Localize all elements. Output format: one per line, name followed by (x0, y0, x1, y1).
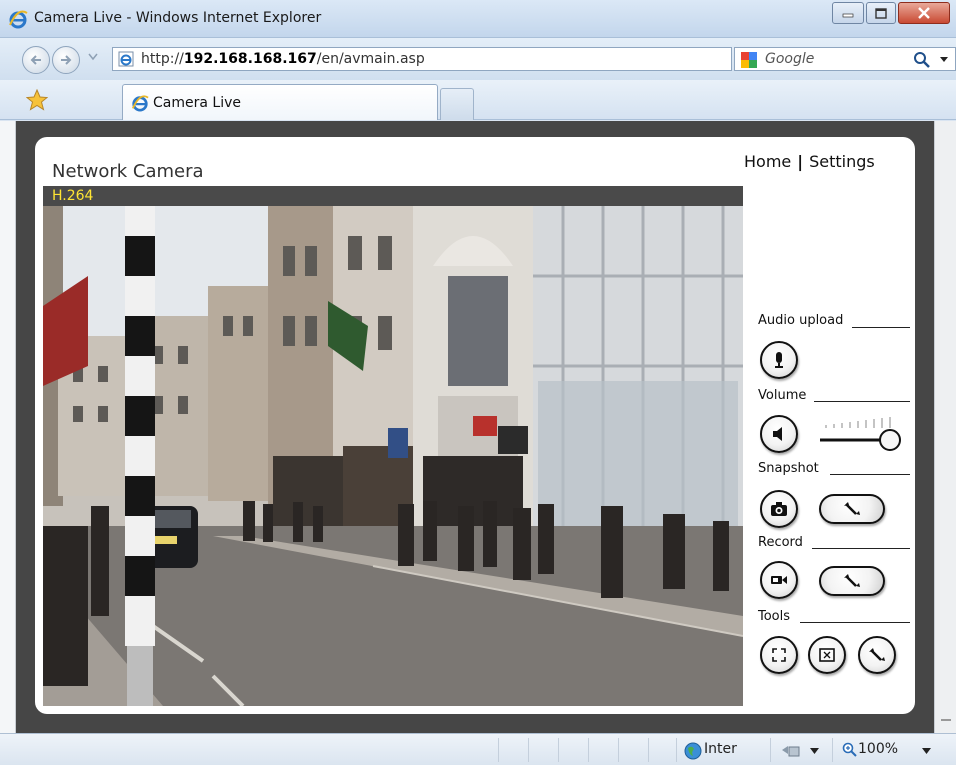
tools-divider (800, 622, 910, 623)
internet-globe-icon (684, 742, 702, 760)
back-button[interactable] (22, 46, 50, 74)
minimize-button[interactable] (832, 2, 864, 24)
title-bar: Camera Live - Windows Internet Explorer (0, 0, 956, 38)
tab-label: Camera Live (153, 95, 241, 111)
top-nav: Home | Settings (744, 152, 875, 171)
status-cell (676, 738, 677, 762)
status-cell (588, 738, 589, 762)
status-bar: Inter 100% (0, 733, 956, 765)
zoom-frame-icon (819, 648, 835, 662)
wrench-icon (869, 648, 885, 661)
maximize-button[interactable] (866, 2, 896, 24)
fullscreen-button[interactable] (760, 636, 798, 674)
zoom-level[interactable]: 100% (858, 741, 898, 757)
settings-link[interactable]: Settings (809, 152, 875, 171)
record-button[interactable] (760, 561, 798, 599)
google-logo-icon (741, 52, 757, 68)
page-title: Network Camera (52, 161, 204, 182)
close-button[interactable] (898, 2, 950, 24)
tools-settings-button[interactable] (858, 636, 896, 674)
url-text: http://192.168.168.167/en/avmain.asp (141, 51, 425, 67)
security-zone[interactable]: Inter (704, 741, 737, 757)
camera-icon (771, 502, 787, 516)
ie-logo-icon (131, 95, 149, 112)
search-dropdown-icon[interactable] (939, 56, 949, 64)
arrow-left-icon (30, 55, 41, 65)
status-cell (498, 738, 499, 762)
forward-button[interactable] (52, 46, 80, 74)
snapshot-divider (830, 474, 910, 475)
search-placeholder: Google (765, 51, 815, 67)
new-tab-button[interactable] (440, 88, 474, 120)
dropdown-arrow-icon[interactable] (810, 748, 819, 754)
status-cell (770, 738, 771, 762)
volume-divider (814, 401, 910, 402)
status-cell (618, 738, 619, 762)
zoom-icon[interactable] (842, 742, 858, 758)
volume-knob[interactable] (879, 429, 901, 451)
audio-upload-button[interactable] (760, 341, 798, 379)
tab-camera-live[interactable]: Camera Live (122, 84, 438, 120)
history-dropdown-icon[interactable] (88, 53, 98, 61)
digital-zoom-button[interactable] (808, 636, 846, 674)
snapshot-settings-button[interactable] (819, 494, 885, 524)
address-toolbar: http://192.168.168.167/en/avmain.asp Goo… (0, 38, 956, 80)
address-field[interactable]: http://192.168.168.167/en/avmain.asp (112, 47, 732, 71)
video-header-bar: H.264 (43, 186, 743, 206)
codec-label: H.264 (52, 188, 94, 204)
status-cell (648, 738, 649, 762)
window-title: Camera Live - Windows Internet Explorer (34, 10, 322, 26)
volume-slider[interactable] (818, 406, 902, 454)
arrow-right-icon (61, 55, 72, 65)
wrench-icon (844, 502, 860, 515)
dropdown-arrow-icon[interactable] (922, 748, 931, 754)
search-icon[interactable] (913, 51, 931, 69)
volume-ticks (825, 417, 891, 428)
speaker-icon (773, 427, 782, 441)
tab-bar: Camera Live (0, 80, 956, 120)
scroll-marker (941, 719, 951, 721)
tools-label: Tools (758, 609, 791, 624)
nav-separator: | (797, 152, 804, 171)
minimize-icon (842, 13, 854, 18)
protected-mode-icon[interactable] (780, 742, 802, 758)
home-link[interactable]: Home (744, 152, 791, 171)
audio-upload-divider (852, 327, 910, 328)
ie-logo-icon (9, 10, 28, 29)
wrench-icon (844, 574, 860, 587)
video-camera-icon (771, 576, 787, 584)
record-label: Record (758, 535, 803, 550)
record-divider (812, 548, 910, 549)
status-cell (832, 738, 833, 762)
favorites-star-icon[interactable] (26, 89, 48, 111)
street-scene (43, 206, 743, 706)
status-cell (558, 738, 559, 762)
volume-label: Volume (758, 388, 807, 403)
vertical-scrollbar[interactable] (934, 121, 956, 733)
ie-page-icon (118, 51, 134, 67)
microphone-icon (775, 352, 783, 368)
audio-upload-label: Audio upload (758, 313, 844, 328)
search-field[interactable]: Google (734, 47, 956, 71)
record-settings-button[interactable] (819, 566, 885, 596)
left-frame-edge (0, 121, 16, 733)
snapshot-button[interactable] (760, 490, 798, 528)
maximize-icon (875, 7, 887, 19)
snapshot-label: Snapshot (758, 461, 819, 476)
close-icon (918, 7, 930, 19)
live-video[interactable] (43, 206, 743, 706)
status-cell (528, 738, 529, 762)
fullscreen-icon (772, 648, 786, 662)
volume-mute-button[interactable] (760, 415, 798, 453)
